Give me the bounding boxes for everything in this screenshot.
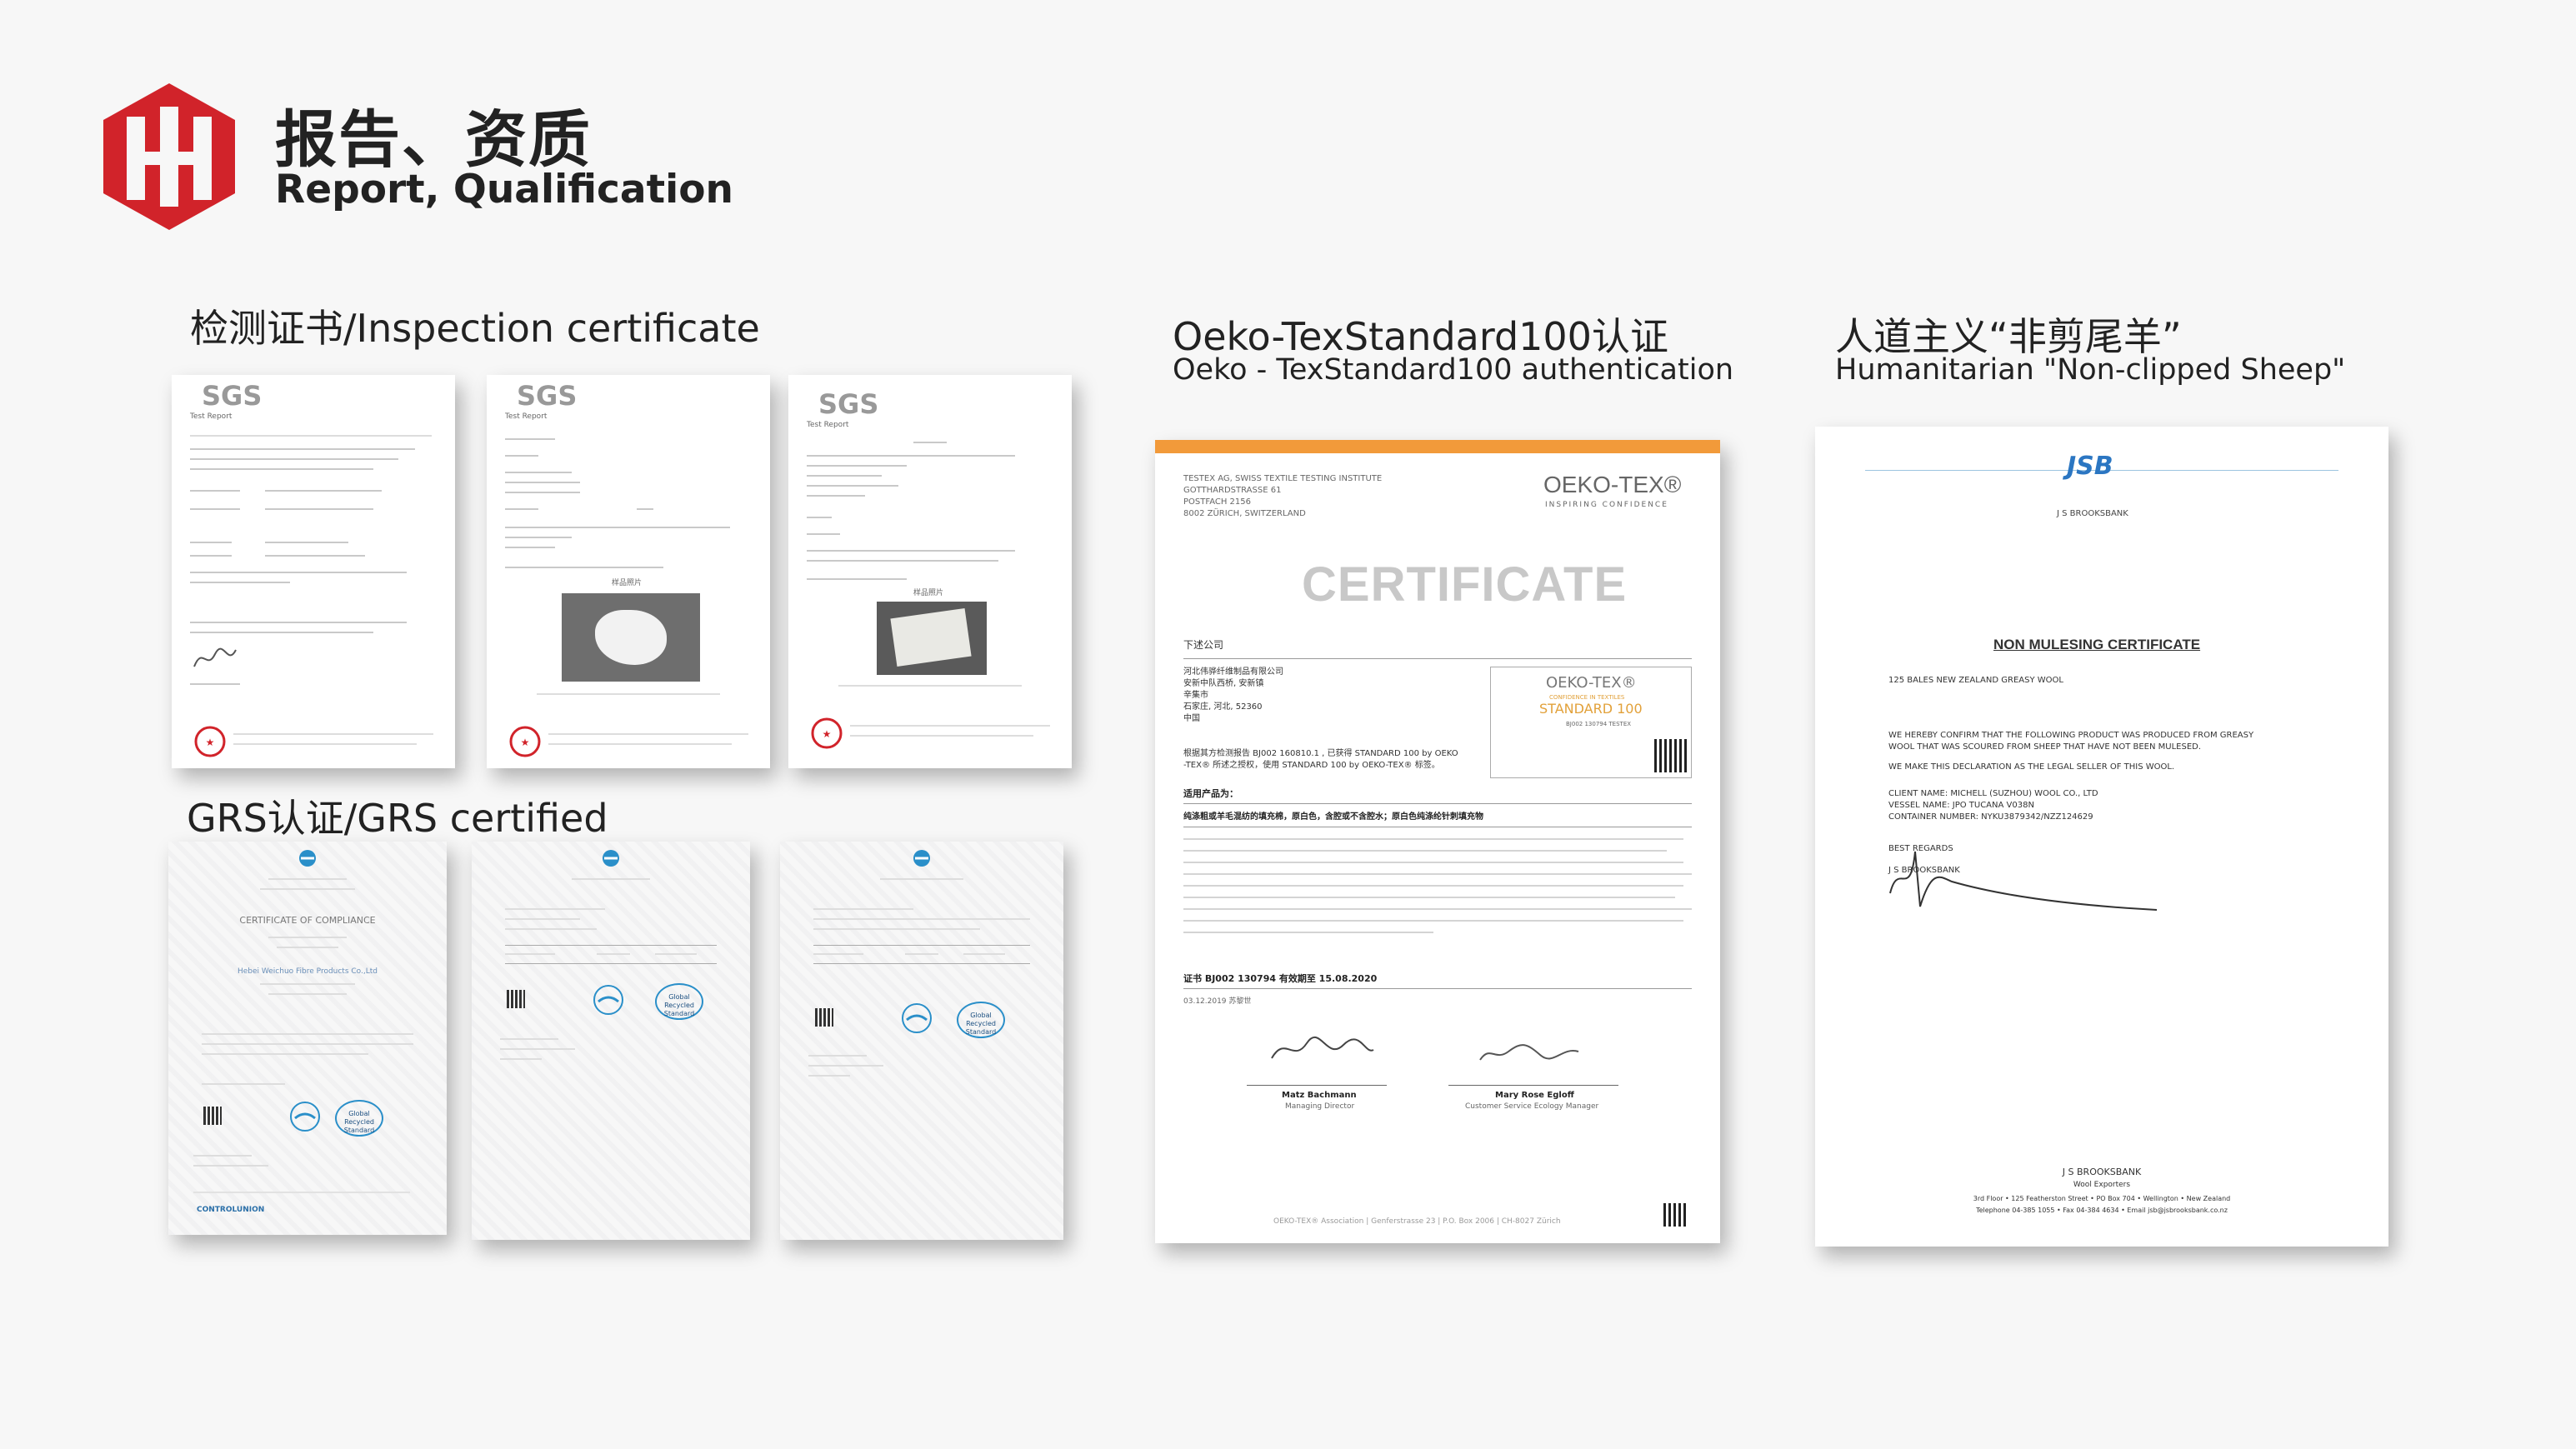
footer-address: 3rd Floor • 125 Featherston Street • PO … bbox=[1973, 1195, 2231, 1202]
jsb-logo-sub: J S BROOKSBANK bbox=[2057, 509, 2128, 518]
company-line-4: 石家庄, 河北, 52360 bbox=[1183, 702, 1263, 712]
inspection-section-title: 检测证书/Inspection certificate bbox=[190, 306, 760, 351]
svg-text:★: ★ bbox=[206, 737, 215, 748]
footer-contact: Telephone 04-385 1055 • Fax 04-384 4634 … bbox=[1976, 1207, 2228, 1214]
report-label: Test Report bbox=[190, 412, 233, 421]
issued-to-label: 下述公司 bbox=[1183, 639, 1224, 651]
sgs-logo: SGS bbox=[202, 380, 263, 412]
humanitarian-section-subtitle: Humanitarian "Non-clipped Sheep" bbox=[1835, 353, 2346, 387]
grant-text-2: -TEX® 所述之授权，使用 STANDARD 100 by OEKO-TEX®… bbox=[1183, 761, 1440, 770]
cu-seal-icon bbox=[290, 1102, 320, 1132]
certificate-heading: CERTIFICATE bbox=[1302, 557, 1628, 612]
badge-brand: OEKO-TEX® bbox=[1546, 674, 1637, 692]
footer-tagline: Wool Exporters bbox=[2073, 1181, 2131, 1189]
signer-2-name: Mary Rose Egloff bbox=[1495, 1091, 1574, 1100]
badge-standard: STANDARD 100 bbox=[1539, 701, 1643, 717]
lab-address-1: TESTEX AG, SWISS TEXTILE TESTING INSTITU… bbox=[1183, 474, 1383, 483]
red-seal-icon: ★ bbox=[509, 726, 541, 757]
photo-caption: 样品照片 bbox=[913, 589, 944, 597]
footer-company: J S BROOKSBANK bbox=[2062, 1167, 2142, 1177]
oeko-section-subtitle: Oeko - TexStandard100 authentication bbox=[1173, 353, 1734, 387]
qr-code-icon bbox=[507, 990, 525, 1008]
qr-code-icon bbox=[1654, 739, 1688, 772]
badge-number: BJ002 130794 TESTEX bbox=[1566, 721, 1632, 727]
grant-text-1: 根据其方检测报告 BJ002 160810.1 , 已获得 STANDARD 1… bbox=[1183, 749, 1458, 758]
cu-emblem-icon bbox=[299, 850, 316, 867]
cu-emblem-icon bbox=[913, 850, 930, 867]
company-logo bbox=[103, 83, 235, 230]
grs-section-title: GRS认证/GRS certified bbox=[187, 796, 608, 841]
sgs-report-1: SGS Test Report ★ bbox=[172, 375, 455, 768]
red-seal-icon: ★ bbox=[811, 717, 843, 749]
vessel-name: VESSEL NAME: JPO TUCANA V038N bbox=[1888, 801, 2034, 810]
oeko-tex-tagline: INSPIRING CONFIDENCE bbox=[1545, 501, 1668, 509]
signer-1-title: Managing Director bbox=[1285, 1102, 1355, 1111]
lab-address-3: POSTFACH 2156 bbox=[1183, 497, 1251, 507]
sgs-report-3: SGS Test Report 样品照片 ★ bbox=[788, 375, 1072, 768]
red-seal-icon: ★ bbox=[194, 726, 226, 757]
lab-address-2: GOTTHARDSTRASSE 61 bbox=[1183, 486, 1282, 495]
container-number: CONTAINER NUMBER: NYKU3879342/NZZ124629 bbox=[1888, 812, 2093, 822]
confirm-line-1: WE HEREBY CONFIRM THAT THE FOLLOWING PRO… bbox=[1888, 731, 2254, 740]
grs-certificate-2: Global Recycled Standard bbox=[472, 842, 750, 1240]
jsb-logo: JSB bbox=[2067, 452, 2113, 481]
sample-photo bbox=[562, 593, 700, 682]
cu-seal-icon bbox=[902, 1003, 932, 1033]
page-title: 报告、资质 bbox=[275, 104, 592, 176]
signature-2 bbox=[1479, 1044, 1579, 1061]
svg-text:★: ★ bbox=[823, 728, 832, 740]
standard-100-badge: OEKO-TEX® CONFIDENCE IN TEXTILES STANDAR… bbox=[1490, 667, 1692, 778]
cu-seal-icon bbox=[593, 985, 623, 1015]
photo-caption: 样品照片 bbox=[612, 579, 643, 587]
oeko-footer: OEKO-TEX® Association | Genferstrasse 23… bbox=[1273, 1217, 1561, 1226]
sgs-report-2: SGS Test Report 样品照片 ★ bbox=[487, 375, 770, 768]
company-line-1: 河北伟骅纤维制品有限公司 bbox=[1183, 667, 1283, 677]
signer-1-name: Matz Bachmann bbox=[1282, 1091, 1357, 1100]
qr-code-icon bbox=[815, 1008, 833, 1027]
signature-1 bbox=[1271, 1037, 1374, 1059]
page-subtitle: Report, Qualification bbox=[275, 167, 733, 212]
grs-badge: Global Recycled Standard bbox=[655, 983, 703, 1020]
company-line-2: 安新中队西桥, 安新镇 bbox=[1183, 679, 1264, 688]
cu-emblem-icon bbox=[603, 850, 619, 867]
confirm-line-2: WOOL THAT WAS SCOURED FROM SHEEP THAT HA… bbox=[1888, 742, 2202, 752]
signer-2-title: Customer Service Ecology Manager bbox=[1465, 1102, 1599, 1111]
lab-address-4: 8002 ZÜRICH, SWITZERLAND bbox=[1183, 509, 1306, 518]
declaration-line: WE MAKE THIS DECLARATION AS THE LEGAL SE… bbox=[1888, 762, 2175, 772]
client-name: CLIENT NAME: MICHELL (SUZHOU) WOOL CO., … bbox=[1888, 789, 2098, 798]
svg-text:★: ★ bbox=[521, 737, 530, 748]
grs-certificate-3: Global Recycled Standard bbox=[780, 842, 1063, 1240]
grs-cert-title: CERTIFICATE OF COMPLIANCE bbox=[239, 915, 376, 926]
orange-top-bar bbox=[1155, 440, 1720, 453]
report-label: Test Report bbox=[505, 412, 548, 421]
grs-company: Hebei Weichuo Fibre Products Co.,Ltd bbox=[237, 967, 378, 976]
sample-photo bbox=[877, 602, 987, 675]
handwritten-signature bbox=[1889, 851, 2158, 911]
control-union-brand: CONTROLUNION bbox=[197, 1206, 265, 1214]
qr-code-icon bbox=[203, 1107, 222, 1125]
company-line-3: 辛集市 bbox=[1183, 691, 1208, 700]
signature bbox=[193, 647, 237, 667]
qr-code-icon bbox=[1663, 1203, 1687, 1227]
report-label: Test Report bbox=[807, 421, 849, 429]
non-mulesing-title: NON MULESING CERTIFICATE bbox=[1993, 637, 2201, 652]
grs-badge: Global Recycled Standard bbox=[335, 1100, 383, 1137]
certificate-number: 证书 BJ002 130794 有效期至 15.08.2020 bbox=[1183, 973, 1378, 984]
sgs-logo: SGS bbox=[818, 388, 879, 420]
oeko-tex-logo: OEKO-TEX® bbox=[1543, 472, 1682, 497]
grs-certificate-1: CERTIFICATE OF COMPLIANCE Hebei Weichuo … bbox=[168, 842, 447, 1235]
bales-line: 125 BALES NEW ZEALAND GREASY WOOL bbox=[1888, 676, 2063, 685]
product-label: 适用产品为： bbox=[1183, 788, 1238, 799]
grs-badge: Global Recycled Standard bbox=[957, 1002, 1005, 1038]
issue-date: 03.12.2019 苏黎世 bbox=[1183, 997, 1252, 1006]
product-text: 纯涤粗或羊毛混纺的填充棉，原白色，含腔或不含腔水；原白色纯涤纶针刺填充物 bbox=[1183, 812, 1483, 822]
oeko-tex-certificate: TESTEX AG, SWISS TEXTILE TESTING INSTITU… bbox=[1155, 440, 1720, 1243]
company-line-5: 中国 bbox=[1183, 714, 1200, 723]
sgs-logo: SGS bbox=[517, 380, 578, 412]
non-mulesing-certificate: JSB J S BROOKSBANK NON MULESING CERTIFIC… bbox=[1815, 427, 2388, 1247]
